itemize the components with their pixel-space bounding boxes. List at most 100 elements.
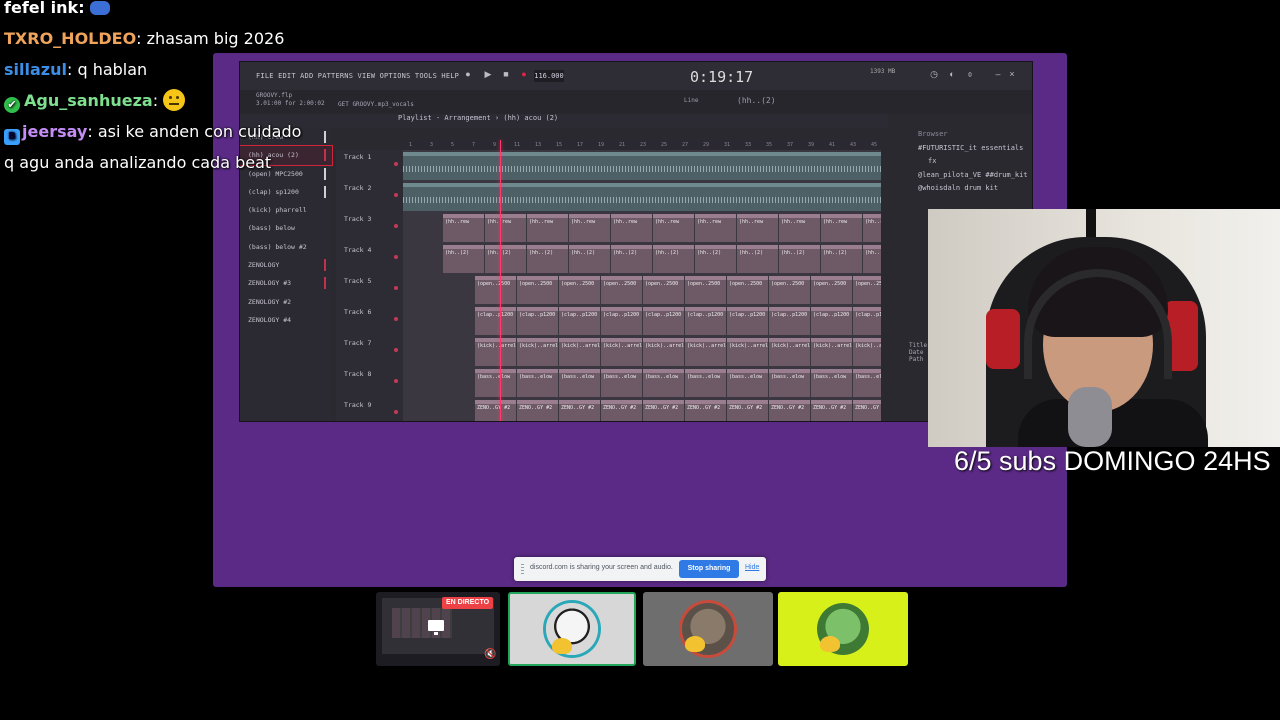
participant-tile[interactable] [643,592,773,666]
muted-speaker-icon[interactable]: 🔇 [484,649,496,660]
stop-sharing-button[interactable]: Stop sharing [679,560,739,578]
pattern-clip[interactable]: ZENO..GY #2 [769,400,810,421]
pattern-clip[interactable]: (kick)..arrell [643,338,684,366]
record-icon[interactable]: ● [462,68,474,80]
pattern-item[interactable]: (bass) below #2 [240,238,332,256]
pattern-clip[interactable]: (hh..(2) [485,245,526,273]
pattern-clip[interactable]: (kick)..arrell [811,338,852,366]
minimize-icon[interactable]: – [992,68,1004,80]
track-header[interactable]: Track 2 [336,181,404,212]
pattern-clip[interactable]: (open..2500 [517,276,558,304]
pattern-clip[interactable]: (bass..elow [643,369,684,397]
track-header[interactable]: Track 3 [336,212,404,243]
pattern-clip[interactable]: (hh..rew [611,214,652,242]
pattern-clip[interactable]: (kick)..arrell [727,338,768,366]
drag-handle-icon[interactable] [521,564,524,574]
clock-icon[interactable]: ◷ [928,68,940,80]
tempo-display[interactable]: 116.000 [534,70,564,82]
pattern-clip[interactable]: (open..2500 [811,276,852,304]
playlist-grid[interactable]: (hh..rew (hh..rew (hh..rew (hh..rew (hh..rew… [403,150,881,421]
pattern-clip[interactable]: (kick)..arrell [601,338,642,366]
pattern-clip[interactable]: ZENO..GY #2 [517,400,558,421]
pattern-clip[interactable]: (hh..rew [443,214,484,242]
pattern-clip[interactable]: (clap..p1200 [643,307,684,335]
pattern-clip[interactable]: (clap..p1200 [517,307,558,335]
pattern-clip[interactable]: (hh..rew [695,214,736,242]
pattern-clip[interactable]: (bass..elow [853,369,881,397]
pattern-item[interactable]: ZENOLOGY #4 [240,311,332,329]
pattern-clip[interactable]: ZENO..GY #2 [643,400,684,421]
pattern-item[interactable]: (bass) below [240,219,332,237]
browser-item[interactable]: fx [900,155,1032,169]
track-header[interactable]: Track 4 [336,243,404,274]
snap-selector[interactable]: Line [684,97,698,104]
pattern-clip[interactable]: (hh..rew [569,214,610,242]
track-header[interactable]: Track 5 [336,274,404,305]
pattern-clip[interactable]: ZENO..GY #2 [727,400,768,421]
pattern-clip[interactable]: (hh..(2) [863,245,881,273]
pattern-clip[interactable]: (kick)..arrell [853,338,881,366]
pattern-clip[interactable]: (clap..p1200 [769,307,810,335]
pattern-clip[interactable]: (open..2500 [769,276,810,304]
pattern-clip[interactable]: (open..2500 [475,276,516,304]
pattern-clip[interactable]: ZENO..GY #2 [475,400,516,421]
track-header[interactable]: Track 8 [336,367,404,398]
audio-icon[interactable]: ◐ [946,68,958,80]
pattern-clip[interactable]: (bass..elow [769,369,810,397]
pattern-clip[interactable]: (open..2500 [853,276,881,304]
pattern-clip[interactable]: ZENO..GY #2 [559,400,600,421]
track-header[interactable]: Track 1 [336,150,404,181]
pattern-item[interactable]: ZENOLOGY #3 [240,274,332,292]
pattern-clip[interactable]: ZENO..GY #2 [601,400,642,421]
pattern-clip[interactable]: (open..2500 [601,276,642,304]
browser-item[interactable]: #FUTURISTIC_it essentials [900,142,1032,156]
pattern-clip[interactable]: (hh..(2) [569,245,610,273]
stop-icon[interactable]: ■ [500,68,512,80]
pattern-selector[interactable]: (hh..(2) [737,96,776,105]
participant-tile[interactable] [508,592,636,666]
audio-clip[interactable] [403,152,881,180]
pattern-clip[interactable]: (bass..elow [559,369,600,397]
pattern-clip[interactable]: (kick)..arrell [517,338,558,366]
timeline-ruler[interactable]: 1 3 5 7 9 11 13 15 17 19 21 23 25 27 29 31 33 35 37 39 41 43 4… [403,140,881,150]
hide-link[interactable]: Hide [745,564,759,571]
pattern-clip[interactable]: (hh..(2) [779,245,820,273]
pattern-clip[interactable]: (hh..(2) [737,245,778,273]
pattern-clip[interactable]: (clap..p1200 [727,307,768,335]
pattern-clip[interactable]: (bass..elow [727,369,768,397]
pattern-clip[interactable]: (hh..rew [737,214,778,242]
pattern-clip[interactable]: (clap..p1200 [685,307,726,335]
pattern-clip[interactable]: (clap..p1200 [811,307,852,335]
pattern-clip[interactable]: (hh..(2) [443,245,484,273]
pattern-clip[interactable]: (open..2500 [643,276,684,304]
pattern-clip[interactable]: (clap..p1200 [601,307,642,335]
audio-clip[interactable] [403,183,881,211]
pattern-item[interactable]: ZENOLOGY #2 [240,293,332,311]
track-header[interactable]: Track 7 [336,336,404,367]
pattern-clip[interactable]: (bass..elow [685,369,726,397]
pattern-clip[interactable]: (hh..(2) [653,245,694,273]
participant-tile[interactable] [778,592,908,666]
pattern-clip[interactable]: (bass..elow [517,369,558,397]
pattern-clip[interactable]: (clap..p1200 [853,307,881,335]
track-header[interactable]: Track 9 [336,398,404,421]
play-icon[interactable]: ▶ [482,68,494,80]
pattern-clip[interactable]: ZENO..GY #2 [853,400,881,421]
pattern-clip[interactable]: (kick)..arrell [559,338,600,366]
pattern-item[interactable]: ZENOLOGY [240,256,332,274]
pattern-clip[interactable]: (bass..elow [475,369,516,397]
pattern-clip[interactable]: (hh..rew [485,214,526,242]
browser-item[interactable]: @whoisdaln drum kit [900,182,1032,196]
pattern-clip[interactable]: (kick)..arrell [685,338,726,366]
microphone-icon[interactable]: ⌽ [964,68,976,80]
pattern-item[interactable]: (clap) sp1200 [240,183,332,201]
pattern-clip[interactable]: (clap..p1200 [559,307,600,335]
playhead[interactable] [500,140,501,421]
pattern-clip[interactable]: (bass..elow [811,369,852,397]
pattern-clip[interactable]: (clap..p1200 [475,307,516,335]
pattern-clip[interactable]: (open..2500 [727,276,768,304]
pattern-item[interactable]: (kick) pharrell [240,201,332,219]
pattern-clip[interactable]: (kick)..arrell [475,338,516,366]
fl-studio-window[interactable]: FILE EDIT ADD PATTERNS VIEW OPTIONS TOOL… [239,61,1033,422]
pattern-clip[interactable]: (hh..(2) [611,245,652,273]
